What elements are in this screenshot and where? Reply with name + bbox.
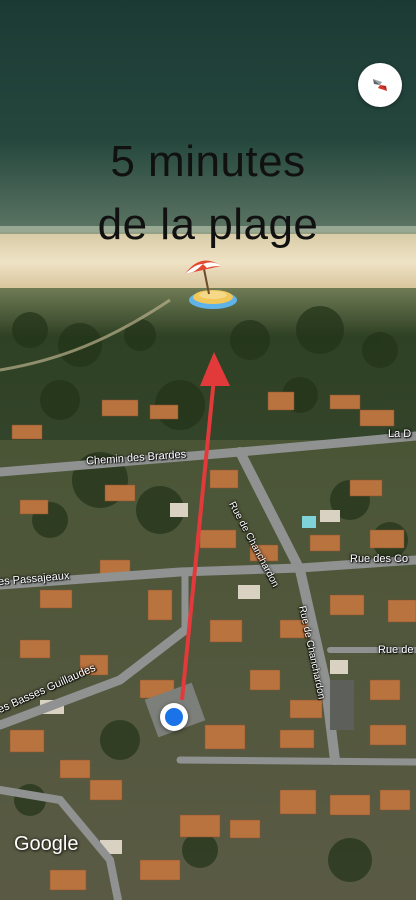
compass-button[interactable] [358,63,402,107]
current-location-icon [165,708,183,726]
current-location-marker[interactable] [160,703,188,731]
overlay-title-line-2: de la plage [97,200,319,249]
google-logo: Google [14,833,79,855]
compass-icon [373,79,387,91]
street-label-rue-des-co: Rue des Co [350,553,409,565]
parking-lot [330,680,354,730]
street-label-rue-de: Rue de [378,644,414,656]
overlay-title-line-1: 5 minutes [110,137,306,186]
swimming-pool [302,516,316,528]
street-label-la-d: La D [388,428,412,440]
beach-umbrella-icon [185,260,237,309]
